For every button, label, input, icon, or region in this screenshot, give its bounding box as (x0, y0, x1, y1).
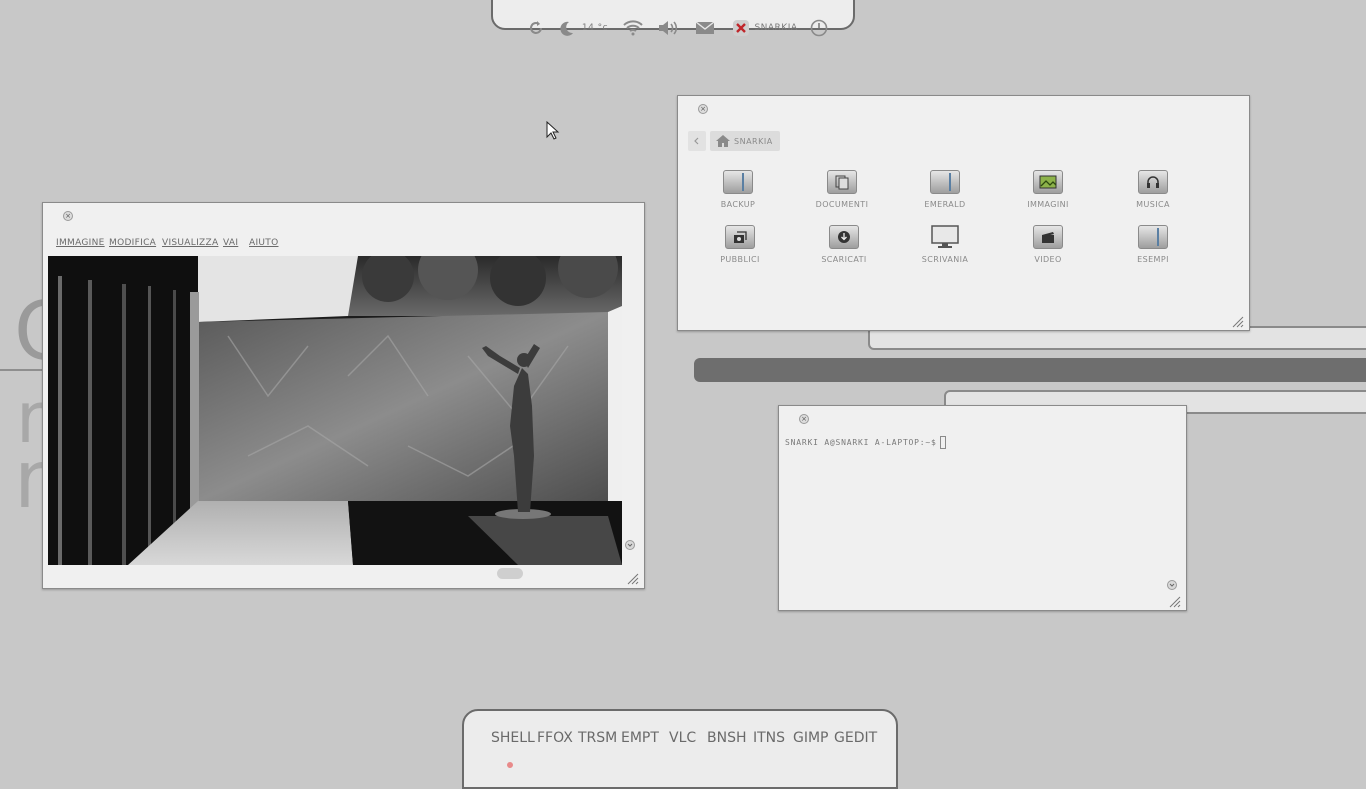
terminal-prompt[interactable]: SNARKI A@SNARKI A-LAPTOP:~$ (785, 438, 937, 447)
menu-aiuto[interactable]: AIUTO (249, 238, 278, 248)
weather-moon-icon[interactable] (556, 18, 576, 38)
folder-scrivania[interactable]: SCRIVANIA (905, 225, 985, 264)
folder-pubblici[interactable]: PUBBLICI (700, 225, 780, 264)
close-icon[interactable]: × (698, 104, 708, 114)
active-indicator-icon (507, 762, 513, 768)
folder-video[interactable]: VIDEO (1008, 225, 1088, 264)
location-label: SNARKIA (734, 136, 773, 146)
folder-musica[interactable]: MUSICA (1113, 170, 1193, 209)
folder-backup[interactable]: BACKUP (698, 170, 778, 209)
terminal-cursor (940, 436, 946, 449)
resize-grip-icon[interactable] (1169, 593, 1181, 608)
dock-item-trsm[interactable]: TRSM (578, 730, 617, 746)
wifi-icon[interactable] (622, 18, 644, 38)
folder-documenti[interactable]: DOCUMENTI (802, 170, 882, 209)
folder-immagini[interactable]: IMMAGINI (1008, 170, 1088, 209)
resize-grip-icon[interactable] (627, 570, 639, 585)
pictures-folder-icon (1033, 170, 1063, 194)
dock-item-gedit[interactable]: GEDIT (834, 730, 877, 746)
horizontal-scrollbar-thumb[interactable] (497, 568, 523, 579)
dock-item-shell[interactable]: SHELL (491, 730, 535, 746)
scroll-down-icon[interactable] (1167, 575, 1177, 590)
menu-immagine[interactable]: IMMAGINE (56, 238, 105, 248)
dock-item-ffox[interactable]: FFOX (537, 730, 573, 746)
dock-item-vlc[interactable]: VLC (669, 730, 696, 746)
volume-icon[interactable] (656, 18, 680, 38)
folder-icon (1138, 225, 1168, 249)
mail-icon[interactable] (694, 18, 716, 38)
home-icon (716, 135, 730, 147)
weather-temperature[interactable]: 14 °c (580, 18, 610, 38)
menu-visualizza[interactable]: VISUALIZZA (162, 238, 218, 248)
folder-esempi[interactable]: ESEMPI (1113, 225, 1193, 264)
desktop-folder-icon (930, 225, 960, 249)
power-icon[interactable] (809, 18, 829, 38)
user-name[interactable]: SNARKIA (754, 18, 798, 38)
downloads-folder-icon (829, 225, 859, 249)
dock-item-bnsh[interactable]: BNSH (707, 730, 747, 746)
user-status-offline-icon[interactable] (730, 18, 752, 38)
close-icon[interactable]: × (799, 414, 809, 424)
back-button[interactable] (688, 131, 706, 151)
background-bar (694, 358, 1366, 382)
folder-emerald[interactable]: EMERALD (905, 170, 985, 209)
mouse-pointer-icon (546, 120, 560, 145)
dock-item-itns[interactable]: ITNS (753, 730, 785, 746)
location-button[interactable]: SNARKIA (710, 131, 780, 151)
scroll-down-icon[interactable] (625, 535, 635, 550)
menu-vai[interactable]: VAI (223, 238, 238, 248)
folder-icon (723, 170, 753, 194)
menu-modifica[interactable]: MODIFICA (109, 238, 156, 248)
public-folder-icon (725, 225, 755, 249)
dock-item-gimp[interactable]: GIMP (793, 730, 829, 746)
video-folder-icon (1033, 225, 1063, 249)
photo-canvas (48, 256, 622, 565)
close-icon[interactable]: × (63, 211, 73, 221)
resize-grip-icon[interactable] (1232, 313, 1244, 328)
folder-scaricati[interactable]: SCARICATI (804, 225, 884, 264)
refresh-icon[interactable] (526, 18, 546, 38)
documents-folder-icon (827, 170, 857, 194)
folder-icon (930, 170, 960, 194)
terminal-window (778, 405, 1187, 611)
music-folder-icon (1138, 170, 1168, 194)
chevron-left-icon (694, 137, 699, 145)
dock (462, 709, 898, 789)
dock-item-empt[interactable]: EMPT (621, 730, 659, 746)
